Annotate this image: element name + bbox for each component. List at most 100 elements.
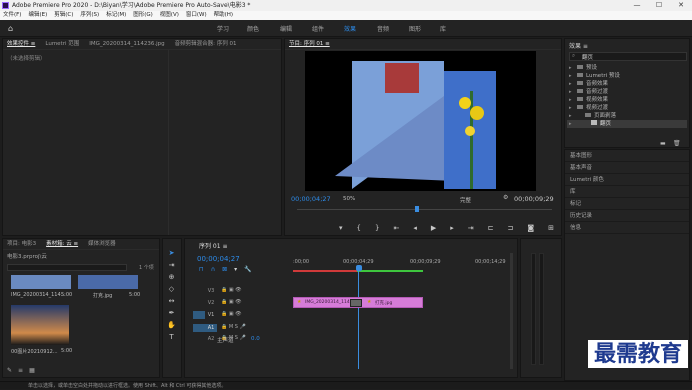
zoom-select[interactable]: 50%	[343, 196, 355, 202]
menu-graphics[interactable]: 图形(G)	[133, 11, 153, 20]
panel-lumetri-color[interactable]: Lumetri 颜色	[565, 174, 689, 186]
snap-icon[interactable]: ∩	[211, 266, 215, 273]
program-video-frame[interactable]	[305, 51, 536, 191]
effects-folder-audio-transitions[interactable]: 音频过渡	[567, 88, 687, 96]
panel-essential-sound[interactable]: 基本声音	[565, 162, 689, 174]
home-icon[interactable]: ⌂	[8, 24, 17, 33]
effects-folder-audio-effects[interactable]: 音频效果	[567, 80, 687, 88]
track-v1-label[interactable]: V1	[205, 311, 217, 319]
delete-icon[interactable]: 🗑	[673, 140, 681, 147]
marker-icon[interactable]: ▾	[339, 224, 343, 232]
track-a2-label[interactable]: A2	[205, 335, 217, 343]
close-button[interactable]: ✕	[670, 0, 692, 11]
ws-tab-learn[interactable]: 学习	[217, 24, 229, 33]
tab-media-browser[interactable]: 媒体浏览器	[88, 239, 116, 249]
program-title[interactable]: 节目: 序列 01 ≡	[289, 39, 330, 49]
effects-folder-video-effects[interactable]: 视频效果	[567, 96, 687, 104]
master-value[interactable]: 0.0	[251, 336, 260, 342]
clip-thumb-3[interactable]	[11, 305, 69, 345]
go-to-in-icon[interactable]: ⇤	[393, 224, 399, 232]
play-icon[interactable]: ▶	[431, 224, 436, 232]
step-back-icon[interactable]: ◂	[413, 224, 417, 232]
tab-bin[interactable]: 素材箱: 云 ≡	[46, 239, 78, 249]
timeline-settings-icon[interactable]: 🔧	[244, 266, 251, 273]
effects-folder-page-peel[interactable]: 页面剥落	[567, 112, 687, 120]
timeline-title[interactable]: 序列 01 ≡	[199, 241, 227, 250]
panel-history[interactable]: 历史记录	[565, 210, 689, 222]
go-to-out-icon[interactable]: ⇥	[468, 224, 474, 232]
wrench-icon[interactable]: ⚙	[503, 194, 508, 201]
extract-icon[interactable]: ⊐	[508, 224, 514, 232]
tab-effect-controls[interactable]: 效果控件 ≡	[7, 39, 35, 49]
video-clip-track[interactable]: ★ IMG_20200314_114236. ★ 打克.jpg	[293, 297, 423, 308]
ws-tab-graphics[interactable]: 图形	[409, 24, 421, 33]
razor-tool-icon[interactable]: ◇	[167, 285, 176, 294]
linked-selection-icon[interactable]: ⊠	[222, 266, 227, 273]
mark-in-icon[interactable]: {	[357, 224, 361, 232]
program-playhead[interactable]	[415, 206, 419, 212]
tab-project[interactable]: 项目: 电影3	[7, 239, 36, 249]
ws-tab-libraries[interactable]: 库	[440, 24, 446, 33]
menu-sequence[interactable]: 序列(S)	[80, 11, 99, 20]
menu-help[interactable]: 帮助(H)	[214, 11, 233, 20]
transition-marker[interactable]	[350, 299, 362, 307]
timeline-vscroll[interactable]	[510, 253, 513, 369]
program-timecode[interactable]: 00;00;04;27	[291, 195, 331, 203]
mark-out-icon[interactable]: }	[375, 224, 379, 232]
compare-icon[interactable]: ⊞	[548, 224, 554, 232]
effects-folder-lumetri[interactable]: Lumetri 预设	[567, 72, 687, 80]
tab-audio-mixer[interactable]: 音频剪辑混合器: 序列 01	[175, 39, 237, 49]
source-patch-a1[interactable]	[193, 324, 205, 332]
lock-icon[interactable]: 🔒 ▣ 👁	[221, 299, 241, 305]
ws-tab-audio[interactable]: 音频	[377, 24, 389, 33]
source-patch-v1[interactable]	[193, 311, 205, 319]
track-a1-label[interactable]: A1	[205, 324, 217, 332]
effects-search-box[interactable]: ⌕ 翻页	[569, 52, 687, 61]
nest-icon[interactable]: ⊓	[199, 266, 204, 273]
timeline-playhead-line[interactable]	[358, 269, 359, 369]
panel-info[interactable]: 信息	[565, 222, 689, 234]
lock-icon[interactable]: 🔒 ▣ 👁	[221, 287, 241, 293]
menu-file[interactable]: 文件(F)	[3, 11, 21, 20]
ws-tab-effects[interactable]: 效果	[344, 24, 356, 33]
tab-source-clip[interactable]: IMG_20200314_114236.jpg	[89, 39, 164, 49]
pen-tool-icon[interactable]: ✒	[167, 309, 176, 318]
new-bin-icon[interactable]: ▬	[660, 140, 666, 147]
track-select-tool-icon[interactable]: ⇥	[167, 261, 176, 270]
ws-tab-color[interactable]: 颜色	[247, 24, 259, 33]
step-forward-icon[interactable]: ▸	[450, 224, 454, 232]
selection-tool-icon[interactable]: ➤	[167, 249, 176, 258]
slip-tool-icon[interactable]: ↔	[167, 297, 176, 306]
panel-libraries[interactable]: 库	[565, 186, 689, 198]
menu-view[interactable]: 视图(V)	[160, 11, 179, 20]
effects-search-input[interactable]: 翻页	[582, 53, 593, 61]
timeline-timecode[interactable]: 00;00;04;27	[197, 255, 240, 263]
effects-folder-presets[interactable]: 预设	[567, 64, 687, 72]
tab-lumetri-scopes[interactable]: Lumetri 范围	[45, 39, 79, 49]
export-frame-icon[interactable]: ◙	[527, 224, 534, 232]
lift-icon[interactable]: ⊏	[488, 224, 494, 232]
ripple-edit-tool-icon[interactable]: ⊕	[167, 273, 176, 282]
effects-folder-video-transitions[interactable]: 视频过渡	[567, 104, 687, 112]
track-v3-label[interactable]: V3	[205, 287, 217, 295]
panel-markers[interactable]: 标记	[565, 198, 689, 210]
menu-edit[interactable]: 编辑(E)	[28, 11, 47, 20]
add-marker-icon[interactable]: ▾	[234, 266, 237, 273]
ws-tab-edit[interactable]: 编辑	[280, 24, 292, 33]
menu-clip[interactable]: 剪辑(C)	[54, 11, 73, 20]
menu-marker[interactable]: 标记(M)	[106, 11, 126, 20]
hand-tool-icon[interactable]: ✋	[167, 321, 176, 330]
minimize-button[interactable]: —	[626, 0, 648, 11]
panel-essential-graphics[interactable]: 基本图形	[565, 150, 689, 162]
maximize-button[interactable]: ☐	[648, 0, 670, 11]
project-search[interactable]	[7, 264, 127, 271]
clip-thumb-2[interactable]	[78, 275, 138, 289]
mute-solo-controls[interactable]: 🔒 M S 🎤	[221, 324, 246, 330]
ws-tab-assembly[interactable]: 组件	[312, 24, 324, 33]
program-scrubber[interactable]	[297, 209, 552, 210]
effect-page-turn[interactable]: 翻页	[567, 120, 687, 128]
lock-icon[interactable]: 🔒 ▣ 👁	[221, 311, 241, 317]
list-view-icon[interactable]: ≡	[18, 367, 23, 374]
icon-view-icon[interactable]: ▦	[29, 367, 35, 374]
quality-select[interactable]: 完整	[460, 196, 471, 204]
